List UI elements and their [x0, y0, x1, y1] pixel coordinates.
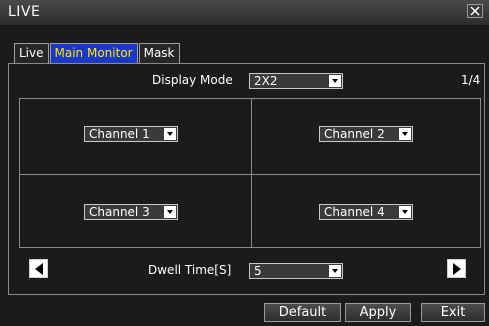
- channel-3-value: Channel 3: [89, 205, 150, 219]
- dwell-time-select[interactable]: 5: [249, 263, 343, 279]
- exit-button[interactable]: Exit: [421, 303, 485, 322]
- apply-button[interactable]: Apply: [345, 303, 411, 322]
- chevron-down-icon: [329, 75, 341, 87]
- channel-2-select[interactable]: Channel 2: [319, 126, 413, 142]
- default-button[interactable]: Default: [264, 303, 341, 322]
- chevron-down-icon: [399, 128, 411, 140]
- next-page-button[interactable]: [447, 259, 466, 278]
- tab-bar: Live Main Monitor Mask: [14, 43, 181, 63]
- tab-mask[interactable]: Mask: [138, 43, 180, 63]
- chevron-down-icon: [329, 265, 341, 277]
- page-indicator: 1/4: [461, 73, 481, 87]
- grid-divider-horizontal: [20, 174, 480, 175]
- tab-live[interactable]: Live: [14, 43, 49, 63]
- title-bar: LIVE: [0, 0, 489, 26]
- grid-divider-vertical: [251, 99, 252, 247]
- channel-3-select[interactable]: Channel 3: [84, 204, 178, 220]
- display-mode-value: 2X2: [254, 74, 278, 88]
- dwell-time-label: Dwell Time[S]: [148, 263, 232, 277]
- channel-grid: [19, 98, 481, 248]
- tab-main-monitor[interactable]: Main Monitor: [49, 43, 138, 63]
- close-button[interactable]: [467, 4, 483, 18]
- dwell-time-value: 5: [254, 264, 262, 278]
- chevron-down-icon: [164, 206, 176, 218]
- window-title: LIVE: [8, 4, 41, 20]
- previous-page-button[interactable]: [29, 259, 48, 278]
- display-mode-label: Display Mode: [152, 73, 233, 87]
- channel-4-value: Channel 4: [324, 205, 385, 219]
- channel-1-value: Channel 1: [89, 127, 150, 141]
- channel-2-value: Channel 2: [324, 127, 385, 141]
- arrow-left-icon: [35, 263, 43, 275]
- channel-1-select[interactable]: Channel 1: [84, 126, 178, 142]
- chevron-down-icon: [164, 128, 176, 140]
- chevron-down-icon: [399, 206, 411, 218]
- close-icon: [470, 6, 480, 16]
- channel-4-select[interactable]: Channel 4: [319, 204, 413, 220]
- arrow-right-icon: [453, 263, 461, 275]
- display-mode-select[interactable]: 2X2: [249, 73, 343, 89]
